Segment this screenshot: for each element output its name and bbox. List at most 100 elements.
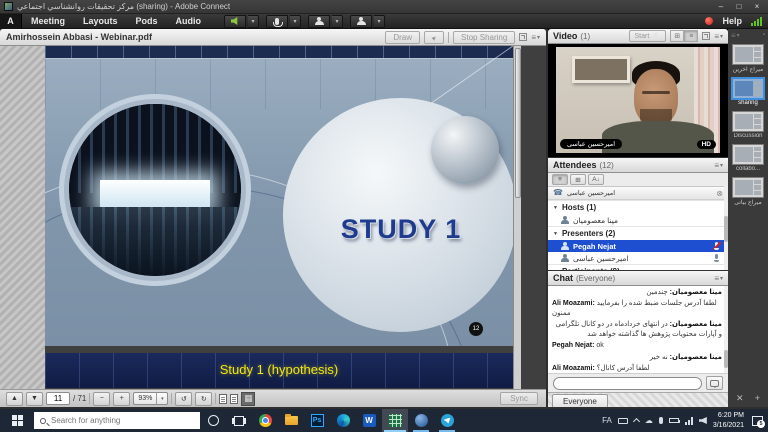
keyboard-icon[interactable] (618, 418, 628, 424)
add-layout-icon[interactable]: + (755, 393, 760, 404)
attendee-row-host[interactable]: مینا معصومیان (548, 214, 728, 226)
grid-view-button[interactable]: ⊞ (670, 30, 684, 42)
video-pod: Video (1) Start ⊞ ≡ ≡▾ امیرحس (548, 29, 728, 157)
dismiss-speaker-icon[interactable]: ⊗ (716, 189, 723, 198)
skype-icon (415, 414, 428, 427)
network-icon[interactable] (685, 417, 693, 425)
layout-item-discussion[interactable]: Discussion (728, 111, 768, 139)
maximize-button[interactable]: □ (730, 0, 748, 13)
taskbar-clock[interactable]: 6:20 PM 3/16/2021 (713, 411, 744, 430)
speaker-dropdown[interactable]: ▾ (248, 15, 259, 28)
microphone-tray-icon[interactable] (659, 417, 663, 424)
layouts-panel-menu[interactable]: ≡▾ (731, 31, 740, 40)
attendee-list-view-button[interactable]: ≡ (552, 174, 568, 185)
previous-page-button[interactable]: ▲ (6, 392, 23, 406)
menu-audio[interactable]: Audio (167, 16, 211, 26)
chat-pod-menu[interactable]: ≡▾ (714, 274, 723, 283)
share-scrollbar[interactable] (513, 46, 521, 389)
layout-thumbnail (732, 177, 764, 198)
menu-meeting[interactable]: Meeting (22, 16, 74, 26)
participants-group-header[interactable]: ▼ Participants (9) (548, 264, 728, 270)
taskbar-cortana[interactable] (200, 409, 226, 432)
divider (89, 393, 90, 404)
start-button[interactable] (0, 409, 34, 432)
hidden-icons-chevron[interactable] (633, 418, 640, 425)
hosts-group-header[interactable]: ▼ Hosts (1) (548, 200, 728, 214)
zoom-in-button[interactable]: + (113, 392, 130, 406)
sort-attendees-button[interactable]: A↓ (588, 174, 604, 185)
next-page-button[interactable]: ▼ (26, 392, 43, 406)
taskbar-chrome[interactable] (252, 409, 278, 432)
send-message-button[interactable] (706, 376, 723, 390)
taskbar-photoshop[interactable]: Ps (304, 409, 330, 432)
status-button[interactable] (350, 15, 372, 28)
share-scrollbar-thumb[interactable] (515, 48, 521, 198)
rotate-left-button[interactable]: ↺ (175, 392, 192, 406)
page-number-input[interactable] (46, 392, 70, 405)
volume-icon[interactable] (699, 417, 707, 424)
fullscreen-icon[interactable] (519, 33, 527, 41)
sync-button[interactable]: Sync (500, 392, 538, 405)
taskbar-skype[interactable] (408, 409, 434, 432)
attendees-pod-menu[interactable]: ≡▾ (714, 161, 723, 170)
fullscreen-icon[interactable] (702, 32, 710, 40)
start-webcam-button[interactable]: Start (629, 30, 667, 42)
stop-sharing-button[interactable]: Stop Sharing (453, 31, 515, 44)
video-pod-menu[interactable]: ≡▾ (714, 32, 723, 41)
microphone-button[interactable] (266, 15, 288, 28)
webcam-dropdown[interactable]: ▾ (332, 15, 343, 28)
layout-item-collaboration[interactable]: collabo... (728, 144, 768, 172)
menu-layouts[interactable]: Layouts (74, 16, 127, 26)
breakout-view-button[interactable]: ⊞ (570, 174, 586, 185)
taskbar-search[interactable] (34, 412, 200, 429)
language-indicator[interactable]: FA (602, 417, 612, 425)
thumbnail-panel-button[interactable]: ▦ (241, 392, 255, 406)
pointer-icon: ▸ (429, 32, 438, 41)
host-role-icon (561, 216, 569, 224)
zoom-out-button[interactable]: − (93, 392, 110, 406)
taskbar-telegram[interactable] (434, 409, 460, 432)
layout-item-5[interactable]: میراج بیانی (728, 177, 768, 206)
minimize-button[interactable]: – (712, 0, 730, 13)
chat-tab-everyone[interactable]: Everyone (552, 394, 608, 407)
search-input[interactable] (51, 416, 181, 425)
speaker-button[interactable] (224, 15, 246, 28)
zoom-dropdown-icon[interactable]: ▾ (156, 393, 167, 404)
taskbar-word[interactable]: W (356, 409, 382, 432)
zoom-level-select[interactable]: 93% ▾ (133, 392, 168, 405)
taskbar-task-view[interactable] (226, 409, 252, 432)
share-pod-menu[interactable]: ≡▾ (531, 33, 540, 42)
attendee-row[interactable]: امیرحسین عباسی (548, 252, 728, 264)
fit-page-icon[interactable] (219, 394, 227, 404)
speaker-icon (231, 17, 240, 25)
pin-panel-icon[interactable]: ▫ (763, 32, 765, 38)
fit-width-icon[interactable] (230, 394, 238, 404)
av-controls: ▾ ▾ ▾ ▾ (224, 15, 390, 28)
battery-icon[interactable] (669, 418, 679, 423)
layout-item-sharing[interactable]: sharing (728, 78, 768, 106)
microphone-dropdown[interactable]: ▾ (290, 15, 301, 28)
filmstrip-view-button[interactable]: ≡ (684, 30, 698, 42)
pointer-button[interactable]: ▸ (424, 31, 444, 44)
attendee-row-selected[interactable]: Pegah Nejat (548, 240, 728, 252)
connection-signal-icon[interactable] (751, 16, 762, 26)
menu-pods[interactable]: Pods (127, 16, 167, 26)
onedrive-cloud-icon[interactable]: ☁ (645, 417, 653, 425)
action-center-icon[interactable]: 5 (752, 416, 763, 426)
photoshop-icon: Ps (311, 414, 324, 427)
chat-input[interactable] (553, 377, 702, 390)
webcam-button[interactable] (308, 15, 330, 28)
rotate-right-button[interactable]: ↻ (195, 392, 212, 406)
help-menu[interactable]: Help (722, 16, 742, 26)
layout-item-1[interactable]: میراج آخرین (728, 44, 768, 73)
status-dropdown[interactable]: ▾ (374, 15, 385, 28)
presenters-group-header[interactable]: ▼ Presenters (2) (548, 226, 728, 240)
taskbar-excel-active[interactable] (382, 409, 408, 432)
chat-pod-header: Chat (Everyone) ≡▾ (548, 271, 728, 286)
taskbar-file-explorer[interactable] (278, 409, 304, 432)
taskbar-edge[interactable] (330, 409, 356, 432)
close-button[interactable]: × (748, 0, 766, 13)
draw-button[interactable]: Draw (385, 31, 420, 44)
attendees-pod-title: Attendees (553, 160, 597, 170)
delete-layout-icon[interactable]: ✕ (736, 393, 744, 404)
